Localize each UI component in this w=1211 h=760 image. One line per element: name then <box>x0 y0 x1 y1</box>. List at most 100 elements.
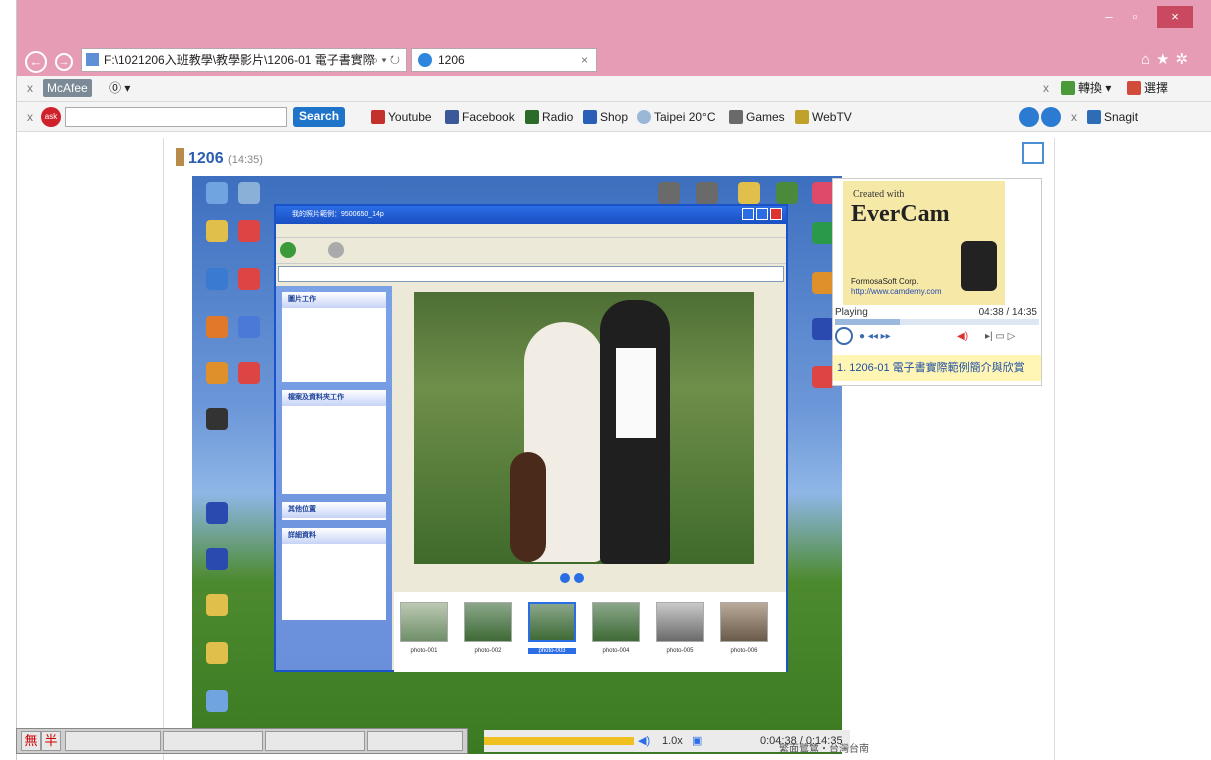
video-frame[interactable]: 我的照片範例：9500650_14p 圖片工作 檔案及資料夾工作 其他位置 詳細… <box>192 176 842 754</box>
desktop-icon <box>238 316 260 338</box>
task-heading: 詳細資料 <box>282 528 386 544</box>
link-label: Radio <box>542 110 574 124</box>
link-label: Youtube <box>388 110 432 124</box>
select-icon <box>1127 81 1141 95</box>
close-ask-icon[interactable]: x <box>27 108 33 126</box>
desktop-icon <box>776 182 798 204</box>
thumb-label: photo-001 <box>410 648 438 654</box>
tab-close-icon[interactable]: × <box>581 49 588 71</box>
pause-button[interactable] <box>835 327 853 345</box>
desktop-icon <box>738 182 760 204</box>
volume-icon[interactable]: ◀) <box>957 331 968 342</box>
thumb-label: photo-002 <box>474 648 502 654</box>
mcafee-label: McAfee <box>47 81 88 95</box>
desktop-icon <box>238 182 260 204</box>
minimize-button[interactable]: – <box>1097 6 1121 28</box>
search-button[interactable]: Search <box>293 107 346 127</box>
playlist-item[interactable]: 1. 1206-01 電子書實際範例簡介與欣賞 <box>833 355 1041 381</box>
player-time: 04:38 / 14:35 <box>978 307 1037 318</box>
player-tools-icons[interactable]: ▸| ▭ ▷ <box>985 331 1015 342</box>
ime-mode-button[interactable]: 無 <box>21 731 41 751</box>
thumb-label: photo-003 <box>528 648 576 654</box>
help-icon[interactable]: ⓪ ▾ <box>109 79 130 97</box>
link-label: Taipei 20°C <box>654 110 716 124</box>
desktop-icon <box>206 690 228 712</box>
desktop-icon <box>206 220 228 242</box>
ie-icon <box>418 53 432 67</box>
forward-button[interactable]: → <box>55 53 73 71</box>
link-facebook[interactable]: Facebook <box>445 108 515 126</box>
seek-bar[interactable] <box>484 737 634 745</box>
refresh-icon[interactable] <box>1041 107 1061 127</box>
mcafee-button[interactable]: McAfee <box>43 79 92 97</box>
back-button[interactable]: ← <box>25 51 47 73</box>
explorer-toolbar <box>276 238 786 264</box>
desktop-icon <box>238 362 260 384</box>
youtube-icon <box>371 110 385 124</box>
facebook-icon <box>445 110 459 124</box>
thumb <box>400 602 448 642</box>
link-shop[interactable]: Shop <box>583 108 628 126</box>
convert-icon <box>1061 81 1075 95</box>
restore-button[interactable]: ▫ <box>1123 6 1147 28</box>
link-webtv[interactable]: WebTV <box>795 108 852 126</box>
created-with: Created with <box>853 189 905 200</box>
ime-bar: 無 半 <box>16 728 468 754</box>
desktop-icon <box>812 182 834 204</box>
page-icon <box>86 53 99 66</box>
gear-icon[interactable]: ✲ <box>1176 51 1195 68</box>
desktop-icon <box>812 318 834 340</box>
ask-search-input[interactable] <box>65 107 287 127</box>
forward-arrow-icon <box>328 242 344 258</box>
close-button[interactable]: × <box>1157 6 1193 28</box>
desktop-icon <box>206 268 228 290</box>
close-snagit-icon[interactable]: x <box>1071 108 1077 126</box>
explorer-title: 我的照片範例：9500650_14p <box>292 211 384 218</box>
convert-button[interactable]: 轉換 ▾ <box>1061 79 1111 97</box>
progress-track[interactable] <box>835 319 1039 325</box>
games-icon <box>729 110 743 124</box>
volume-ctrl-icon[interactable]: ◀) <box>638 730 650 752</box>
transport-icons[interactable]: ● ◂◂ ▸▸ <box>859 331 891 342</box>
home-icon[interactable]: ⌂ <box>1141 51 1156 68</box>
select-button[interactable]: 選擇 <box>1127 79 1168 97</box>
close-toolbar2-icon[interactable]: x <box>1043 79 1049 97</box>
tab-title: 1206 <box>438 53 465 67</box>
desktop-icon <box>812 272 834 294</box>
link-games[interactable]: Games <box>729 108 785 126</box>
cello-figure <box>510 452 546 562</box>
link-youtube[interactable]: Youtube <box>371 108 432 126</box>
tab-1206[interactable]: 1206 × <box>411 48 597 72</box>
ime-halfwidth-button[interactable]: 半 <box>41 731 61 751</box>
search-dropdown-icon[interactable]: ⌕ ▾ ↻ <box>371 49 400 71</box>
add-icon[interactable] <box>1019 107 1039 127</box>
snagit-button[interactable]: Snagit <box>1087 108 1138 126</box>
link-weather[interactable]: Taipei 20°C <box>637 108 716 126</box>
desktop-icon <box>206 642 228 664</box>
snagit-label: Snagit <box>1104 110 1139 124</box>
explorer-window: 我的照片範例：9500650_14p 圖片工作 檔案及資料夾工作 其他位置 詳細… <box>274 204 788 672</box>
thumb <box>720 602 768 642</box>
ask-toolbar: x ask Search Youtube Facebook Radio Shop… <box>17 102 1211 132</box>
fullscreen-icon[interactable] <box>1022 142 1044 164</box>
close-toolbar-icon[interactable]: x <box>27 79 33 97</box>
mcafee-toolbar: x McAfee ⓪ ▾ x 轉換 ▾ 選擇 <box>17 76 1211 102</box>
page-title-text: 1206 <box>188 150 224 167</box>
search-label: Search <box>299 109 340 123</box>
player-status: Playing <box>835 307 868 318</box>
task-heading: 圖片工作 <box>282 292 386 308</box>
desktop-icon <box>696 182 718 204</box>
explorer-close-icon <box>770 208 782 220</box>
page-title: 1206 (14:35) <box>176 148 263 168</box>
address-bar[interactable]: F:\1021206入班教學\教學影片\1206-01 電子書實際 ⌕ ▾ ↻ <box>81 48 407 72</box>
player-side-panel: Created with EverCam FormosaSoft Corp. h… <box>832 178 1042 386</box>
ask-logo-icon[interactable]: ask <box>41 107 61 127</box>
explorer-menu <box>276 224 786 238</box>
fit-icon[interactable]: ▣ <box>692 730 702 752</box>
explorer-title-bar: 我的照片範例：9500650_14p <box>276 206 786 224</box>
ime-field <box>265 731 365 751</box>
star-icon[interactable]: ★ <box>1156 51 1175 68</box>
link-radio[interactable]: Radio <box>525 108 573 126</box>
speed-label[interactable]: 1.0x <box>662 730 683 752</box>
link-label: WebTV <box>812 110 852 124</box>
